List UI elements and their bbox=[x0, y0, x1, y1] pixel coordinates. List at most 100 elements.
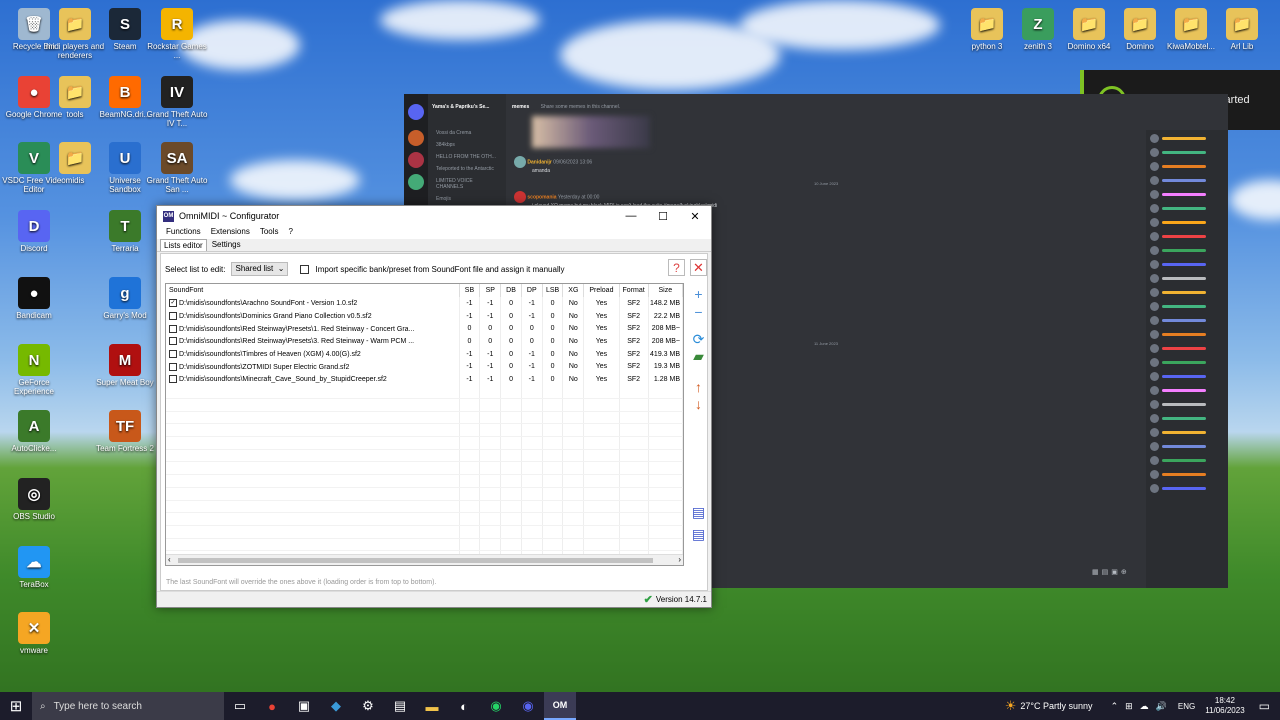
member-item[interactable] bbox=[1146, 315, 1228, 326]
row-checkbox[interactable] bbox=[169, 324, 177, 333]
scrollbar-thumb[interactable] bbox=[178, 558, 653, 563]
member-item[interactable] bbox=[1146, 301, 1228, 312]
row-checkbox[interactable] bbox=[169, 375, 177, 384]
add-icon[interactable]: + bbox=[690, 285, 707, 302]
desktop-icon[interactable]: 📁 Arl Lib bbox=[1210, 8, 1274, 51]
start-windows-icon[interactable]: ⊞ bbox=[0, 692, 32, 720]
avatar[interactable] bbox=[514, 191, 526, 203]
member-item[interactable] bbox=[1146, 217, 1228, 228]
import-checkbox[interactable] bbox=[300, 264, 310, 274]
member-item[interactable] bbox=[1146, 231, 1228, 242]
member-list[interactable] bbox=[1146, 130, 1228, 588]
channel-items[interactable]: Vossi da Crema 384kbps HELLO FROM THE OTH.… bbox=[428, 113, 506, 220]
server-icon[interactable] bbox=[408, 130, 424, 146]
member-item[interactable] bbox=[1146, 273, 1228, 284]
channel-item[interactable]: Vossi da Crema bbox=[432, 127, 502, 139]
desktop-icon[interactable]: M Super Meat Boy bbox=[93, 344, 157, 387]
discord-taskbar-icon[interactable]: ◉ bbox=[512, 692, 544, 720]
table-row[interactable]: D:\midis\soundfonts\Dominics Grand Piano… bbox=[166, 309, 683, 323]
member-item[interactable] bbox=[1146, 441, 1228, 452]
member-item[interactable] bbox=[1146, 203, 1228, 214]
member-item[interactable] bbox=[1146, 175, 1228, 186]
message-author[interactable]: Danidanijr bbox=[527, 159, 551, 165]
file-explorer-icon[interactable]: ▬ bbox=[416, 692, 448, 720]
channel-item[interactable]: LIMITED VOICE CHANNELS bbox=[432, 175, 502, 193]
table-row[interactable]: D:\midis\soundfonts\ZOTMIDI Super Electr… bbox=[166, 360, 683, 374]
desktop-icon[interactable]: ◎ OBS Studio bbox=[2, 478, 66, 521]
tab-settings[interactable]: Settings bbox=[209, 239, 244, 251]
column-header[interactable]: DB bbox=[500, 284, 522, 297]
server-icon[interactable] bbox=[408, 152, 424, 168]
message-author[interactable]: scopomania bbox=[527, 194, 556, 200]
import-list-icon[interactable]: ▤ bbox=[690, 504, 707, 521]
avatar[interactable] bbox=[514, 156, 526, 168]
reload-icon[interactable]: ⟳ bbox=[690, 331, 707, 348]
tray-icons[interactable]: ⌃⊞☁🔊 bbox=[1111, 701, 1174, 712]
channel-item[interactable]: Teleported to the Antarctic bbox=[432, 163, 502, 175]
desktop-icon[interactable]: IV Grand Theft Auto IV T... bbox=[145, 76, 209, 128]
menu-item[interactable]: Tools bbox=[255, 226, 284, 239]
weather-text[interactable]: 27°C Partly sunny bbox=[1020, 701, 1092, 711]
table-row[interactable]: D:\midis\soundfonts\Red Steinway\Presets… bbox=[166, 322, 683, 336]
channel-item[interactable]: HELLO FROM THE OTH... bbox=[432, 151, 502, 163]
desktop-icon[interactable]: TF Team Fortress 2 bbox=[93, 410, 157, 453]
taskbar-search[interactable]: ⌕ Type here to search bbox=[32, 692, 224, 720]
edge-icon[interactable]: ◆ bbox=[320, 692, 352, 720]
desktop-icon[interactable]: SA Grand Theft Auto San ... bbox=[145, 142, 209, 194]
menu-item[interactable]: Functions bbox=[161, 226, 206, 239]
table-row[interactable]: D:\midis\soundfonts\Timbres of Heaven (X… bbox=[166, 347, 683, 361]
language-indicator[interactable]: ENG bbox=[1178, 702, 1195, 711]
row-checkbox[interactable] bbox=[169, 312, 177, 321]
discord-logo-icon[interactable] bbox=[408, 104, 424, 120]
desktop-icon[interactable]: R Rockstar Games ... bbox=[145, 8, 209, 60]
member-item[interactable] bbox=[1146, 329, 1228, 340]
desktop-icon[interactable]: ☁ TeraBox bbox=[2, 546, 66, 589]
member-item[interactable] bbox=[1146, 189, 1228, 200]
column-header[interactable]: SB bbox=[459, 284, 481, 297]
settings-icon[interactable]: ⚙ bbox=[352, 692, 384, 720]
export-list-icon[interactable]: ▤ bbox=[690, 526, 707, 543]
maximize-button[interactable]: ☐ bbox=[647, 210, 679, 223]
member-item[interactable] bbox=[1146, 357, 1228, 368]
help-icon[interactable]: ? bbox=[668, 259, 685, 276]
member-item[interactable] bbox=[1146, 133, 1228, 144]
member-item[interactable] bbox=[1146, 147, 1228, 158]
member-item[interactable] bbox=[1146, 455, 1228, 466]
column-header[interactable]: Preload bbox=[583, 284, 620, 297]
member-item[interactable] bbox=[1146, 161, 1228, 172]
scroll-right-icon[interactable]: › bbox=[678, 555, 681, 564]
member-item[interactable] bbox=[1146, 413, 1228, 424]
desktop-icon[interactable]: A AutoClicke... bbox=[2, 410, 66, 453]
desktop-icon[interactable]: N GeForce Experience bbox=[2, 344, 66, 396]
column-header[interactable]: SoundFont bbox=[166, 284, 460, 297]
member-item[interactable] bbox=[1146, 427, 1228, 438]
move-up-icon[interactable]: ↑ bbox=[690, 378, 707, 395]
desktop-icon[interactable]: T Terraria bbox=[93, 210, 157, 253]
app-icon[interactable]: ▤ bbox=[384, 692, 416, 720]
soundfont-table[interactable]: SoundFont SB SP DB DP LSB XG Preload Format Size … bbox=[165, 283, 684, 566]
close-button[interactable]: ✕ bbox=[679, 210, 711, 223]
server-icon[interactable] bbox=[408, 174, 424, 190]
member-item[interactable] bbox=[1146, 287, 1228, 298]
menu-item[interactable]: Extensions bbox=[206, 226, 255, 239]
scroll-left-icon[interactable]: ‹ bbox=[168, 555, 171, 564]
move-down-icon[interactable]: ↓ bbox=[690, 395, 707, 412]
column-header[interactable]: SP bbox=[479, 284, 502, 297]
horizontal-scrollbar[interactable]: ‹ › bbox=[166, 554, 683, 565]
row-checkbox[interactable] bbox=[169, 362, 177, 371]
menu-item[interactable]: ? bbox=[284, 226, 298, 239]
message-input-icons[interactable]: ▦▤▣⊕ bbox=[1092, 568, 1130, 576]
member-item[interactable] bbox=[1146, 469, 1228, 480]
row-checkbox[interactable]: ✓ bbox=[169, 299, 177, 308]
member-item[interactable] bbox=[1146, 483, 1228, 494]
desktop-icon[interactable]: g Garry's Mod bbox=[93, 277, 157, 320]
column-header[interactable]: DP bbox=[521, 284, 543, 297]
table-row[interactable]: D:\midis\soundfonts\Minecraft_Cave_Sound… bbox=[166, 373, 683, 386]
minimize-button[interactable]: — bbox=[615, 210, 647, 222]
row-checkbox[interactable] bbox=[169, 350, 177, 359]
clock[interactable]: 18:42 11/06/2023 bbox=[1205, 696, 1244, 716]
whatsapp-icon[interactable]: ◉ bbox=[480, 692, 512, 720]
channel-item[interactable]: Emojis bbox=[432, 193, 502, 205]
omnimidi-window[interactable]: OM OmniMIDI ~ Configurator — ☐ ✕ Functio… bbox=[156, 205, 712, 608]
omnimidi-taskbar-icon[interactable]: OM bbox=[544, 692, 576, 720]
